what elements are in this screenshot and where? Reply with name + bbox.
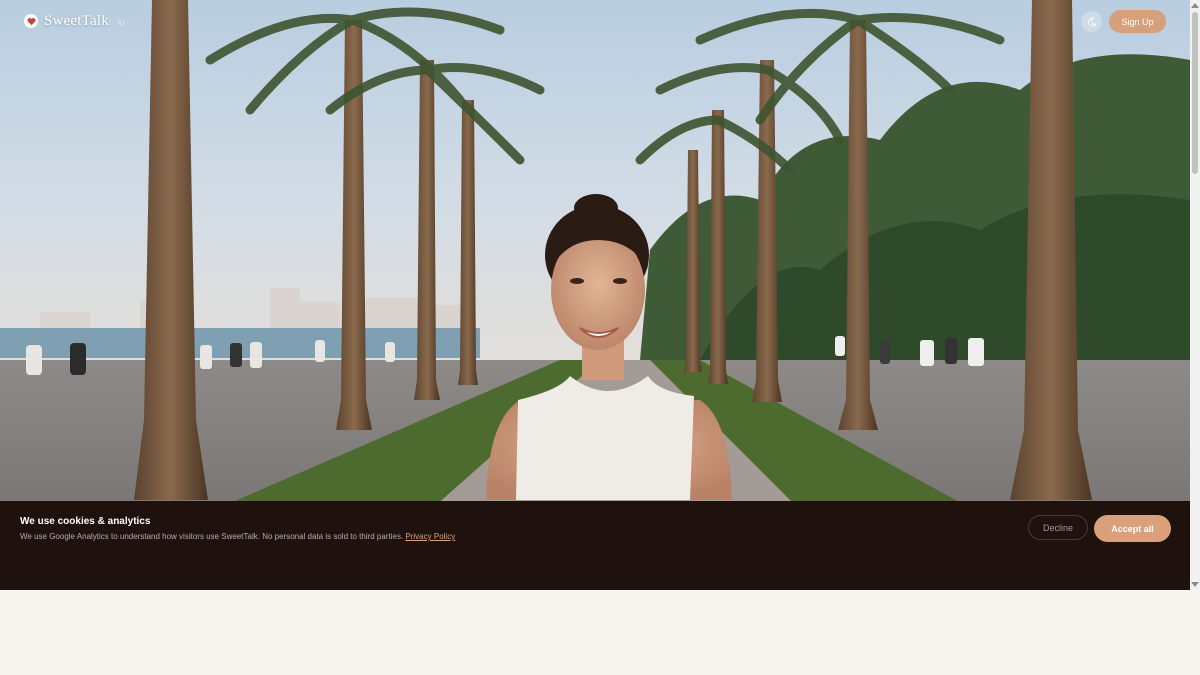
cookie-banner: We use cookies & analytics We use Google… (0, 501, 1190, 590)
hero-section: SweetTalk AI Sign Up We use cookies & an… (0, 0, 1190, 590)
brand-tag: AI (116, 18, 125, 28)
decline-button[interactable]: Decline (1028, 515, 1088, 540)
brand-name: SweetTalk (44, 12, 109, 29)
theme-toggle-button[interactable] (1081, 11, 1102, 32)
signup-button[interactable]: Sign Up (1109, 10, 1166, 33)
scroll-down-icon[interactable] (1191, 582, 1199, 587)
accept-all-button[interactable]: Accept all (1094, 515, 1171, 542)
scrollbar-thumb[interactable] (1192, 12, 1198, 174)
cookie-banner-text: We use Google Analytics to understand ho… (20, 532, 404, 541)
privacy-policy-link[interactable]: Privacy Policy (405, 532, 455, 541)
cookie-banner-description: We use Google Analytics to understand ho… (20, 532, 455, 541)
moon-icon (1087, 17, 1097, 26)
page-scrollbar[interactable] (1190, 0, 1200, 590)
heart-icon (24, 14, 38, 28)
cookie-banner-title: We use cookies & analytics (20, 516, 151, 527)
scroll-up-icon[interactable] (1191, 3, 1199, 8)
brand-logo[interactable]: SweetTalk AI (24, 12, 124, 30)
page-body (0, 590, 1190, 675)
